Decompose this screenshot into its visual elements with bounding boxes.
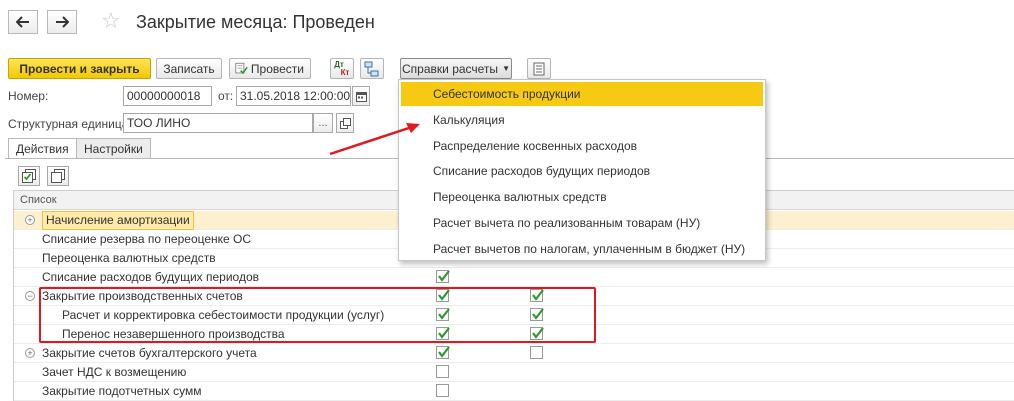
list-row-label: Списание расходов будущих периодов [42, 270, 260, 284]
reports-dropdown-menu: Себестоимость продукции Калькуляция Распре… [398, 79, 766, 261]
dropdown-menu-item[interactable]: Списание расходов будущих периодов [401, 159, 763, 183]
check-all-icon [22, 169, 36, 183]
list-row-label: Списание резерва по переоценке ОС [42, 232, 252, 246]
calendar-icon [355, 91, 367, 102]
dropdown-menu-item[interactable]: Калькуляция [401, 108, 763, 132]
tab-actions[interactable]: Действия [8, 138, 77, 159]
list-icon [533, 62, 545, 75]
star-icon[interactable]: ☆ [101, 10, 121, 32]
list-row-label: Начисление амортизации [42, 211, 194, 230]
list-row[interactable]: + Закрытие счетов бухгалтерского учета [14, 344, 1014, 363]
list-row-label: Закрытие счетов бухгалтерского учета [42, 346, 257, 360]
structure-button[interactable] [360, 58, 384, 79]
arrow-left-icon [16, 16, 29, 28]
dt-kt-button[interactable]: Дт Кт [330, 58, 354, 79]
kt-label: Кт [340, 67, 350, 77]
checkmark-icon [438, 346, 450, 358]
dropdown-menu-item[interactable]: Себестоимость продукции [401, 82, 763, 106]
page-title: Закрытие месяца: Проведен [136, 12, 375, 32]
red-arrow-annotation [329, 123, 420, 156]
reports-menu-label: Справки расчеты [402, 61, 499, 76]
list-row[interactable]: Списание расходов будущих периодов [14, 268, 1014, 287]
dropdown-menu-item[interactable]: Расчет вычетов по налогам, уплаченным в … [401, 237, 763, 261]
list-row-label: Переоценка валютных средств [42, 251, 216, 265]
list-row-label: Закрытие подотчетных сумм [42, 384, 202, 398]
uncheck-all-button[interactable] [47, 166, 69, 186]
hierarchy-icon [364, 61, 379, 76]
number-field[interactable]: 00000000018 [123, 86, 212, 106]
save-button[interactable]: Записать [156, 58, 222, 79]
expand-icon[interactable]: + [25, 348, 35, 358]
check-all-button[interactable] [18, 166, 40, 186]
arrow-right-icon [56, 16, 69, 28]
post-icon [235, 62, 248, 75]
date-field[interactable]: 31.05.2018 12:00:00 [236, 86, 351, 106]
calendar-button[interactable] [352, 86, 370, 106]
post-and-close-button[interactable]: Провести и закрыть [8, 58, 151, 79]
post-button[interactable]: Провести [229, 58, 311, 79]
checkbox-unchecked[interactable] [436, 365, 449, 378]
checkbox-unchecked[interactable] [530, 346, 543, 359]
red-highlight-box [39, 287, 596, 343]
number-label: Номер: [8, 89, 49, 103]
expand-icon[interactable]: + [25, 215, 35, 225]
chevron-down-icon: ▼ [502, 64, 510, 73]
list-view-button[interactable] [527, 58, 551, 79]
unit-label: Структурная единица: [8, 117, 132, 131]
dropdown-menu-item[interactable]: Расчет вычета по реализованным товарам (… [401, 211, 763, 235]
post-button-label: Провести [250, 61, 304, 76]
list-row[interactable]: Зачет НДС к возмещению [14, 363, 1014, 382]
dropdown-menu-item[interactable]: Переоценка валютных средств [401, 185, 763, 209]
checkmark-icon [438, 270, 450, 282]
reports-menu-button[interactable]: Справки расчеты ▼ [400, 58, 512, 79]
back-button[interactable] [8, 10, 38, 34]
uncheck-all-icon [51, 169, 65, 183]
tab-settings[interactable]: Настройки [76, 138, 151, 158]
list-row-label: Зачет НДС к возмещению [42, 365, 187, 379]
date-from-label: от: [218, 89, 234, 103]
checkbox-checked[interactable] [436, 270, 450, 283]
checkbox-unchecked[interactable] [436, 384, 449, 397]
checkbox-checked[interactable] [436, 346, 450, 359]
dropdown-menu-item[interactable]: Распределение косвенных расходов [401, 134, 763, 158]
collapse-icon[interactable]: − [25, 291, 35, 301]
forward-button[interactable] [47, 10, 77, 34]
unit-field[interactable]: ТОО ЛИНО [123, 113, 313, 133]
list-row[interactable]: Закрытие подотчетных сумм [14, 382, 1014, 401]
